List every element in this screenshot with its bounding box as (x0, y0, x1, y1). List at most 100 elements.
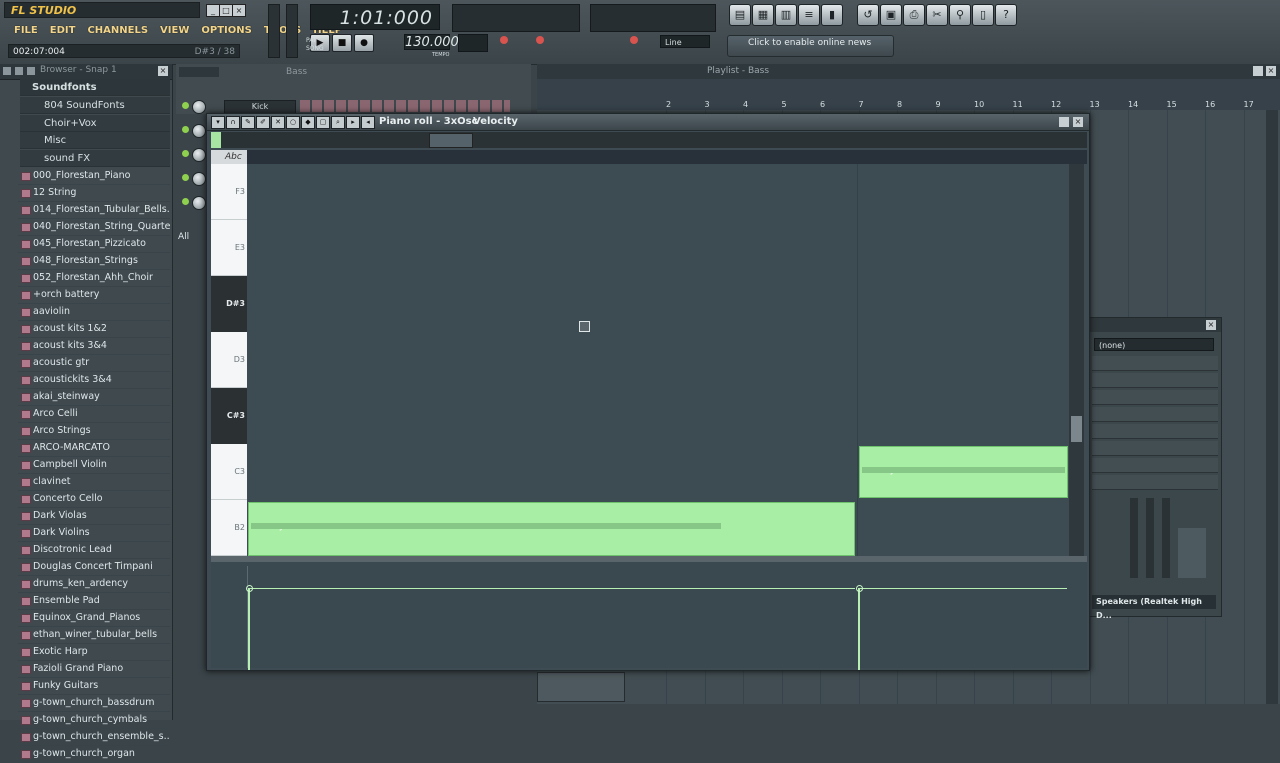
record-button[interactable]: ● (354, 34, 374, 52)
menu-arrow-icon[interactable]: ▾ (211, 116, 225, 129)
piano-roll-title[interactable]: Piano roll - 3xOsc (379, 116, 478, 127)
browser-file-item[interactable]: g-town_church_organ (18, 746, 170, 763)
folder-sound-fx[interactable]: sound FX (20, 150, 170, 167)
slice-icon[interactable]: ◆ (301, 116, 315, 129)
menu-edit[interactable]: EDIT (44, 24, 82, 38)
search-icon[interactable]: ⚲ (949, 4, 971, 26)
draw-pencil-icon[interactable]: ✎ (241, 116, 255, 129)
close-button[interactable]: × (232, 4, 246, 17)
browser-file-item[interactable]: 014_Florestan_Tubular_Bells... (18, 202, 170, 219)
stop-button[interactable]: ■ (332, 34, 352, 52)
browser-back-icon[interactable] (15, 67, 23, 75)
piano-roll-note-grid[interactable]: VelocityVelocity (247, 164, 1068, 556)
browser-file-item[interactable]: Douglas Concert Timpani (18, 559, 170, 576)
piano-key[interactable]: C#3 (211, 388, 247, 444)
mixer-effect-slot[interactable] (1092, 424, 1218, 439)
velocity-handle[interactable] (246, 585, 253, 592)
step-buttons[interactable] (300, 100, 510, 112)
snap-magnet-icon[interactable]: ∩ (226, 116, 240, 129)
folder-misc[interactable]: Misc (20, 132, 170, 149)
zoom-icon[interactable]: ⌕ (331, 116, 345, 129)
save-icon[interactable]: ⎙ (903, 4, 925, 26)
browser-file-item[interactable]: aaviolin (18, 304, 170, 321)
channel-led[interactable] (182, 174, 189, 181)
event-editor[interactable] (211, 562, 1087, 670)
piano-roll-vscrollbar[interactable] (1069, 164, 1084, 556)
folder-804-soundfonts[interactable]: 804 SoundFonts (20, 97, 170, 114)
browser-file-item[interactable]: Concerto Cello (18, 491, 170, 508)
playlist-ruler[interactable]: 2 3 4 5 6 7 8 9 10 11 12 13 14 15 16 17 (632, 100, 1280, 110)
folder-soundfonts[interactable]: Soundfonts (20, 79, 170, 96)
cut-icon[interactable]: ✂ (926, 4, 948, 26)
mixer-effect-slot[interactable] (1092, 441, 1218, 456)
browser-file-item[interactable]: drums_ken_ardency (18, 576, 170, 593)
mixer-close-icon[interactable]: × (1206, 320, 1216, 330)
browser-file-item[interactable]: Discotronic Lead (18, 542, 170, 559)
channel-pan-knob[interactable] (192, 172, 206, 186)
browser-file-item[interactable]: acoustic gtr (18, 355, 170, 372)
browser-file-item[interactable]: 040_Florestan_String_Quartet (18, 219, 170, 236)
browser-file-item[interactable]: 12 String (18, 185, 170, 202)
mixer-icon[interactable]: ▮ (821, 4, 843, 26)
tempo-display[interactable]: 130.000 (404, 34, 459, 50)
master-volume-slider[interactable] (268, 4, 280, 58)
mixer-effect-slot[interactable] (1092, 475, 1218, 490)
piano-roll-note-names-toggle[interactable]: Abc (211, 150, 247, 164)
browser-file-item[interactable]: acoust kits 3&4 (18, 338, 170, 355)
mixer-fader[interactable] (1130, 498, 1138, 578)
browser-file-item[interactable]: 052_Florestan_Ahh_Choir (18, 270, 170, 287)
playback-icon[interactable]: ▸ (346, 116, 360, 129)
speaker-icon[interactable]: ◂ (361, 116, 375, 129)
browser-file-item[interactable]: ethan_winer_tubular_bells (18, 627, 170, 644)
piano-key[interactable]: C3 (211, 444, 247, 500)
browser-file-item[interactable]: acoust kits 1&2 (18, 321, 170, 338)
mixer-fader[interactable] (1146, 498, 1154, 578)
browser-file-item[interactable]: Ensemble Pad (18, 593, 170, 610)
snap-selector[interactable]: Line (660, 35, 710, 48)
browser-menu-icon[interactable] (3, 67, 11, 75)
folder-choir-vox[interactable]: Choir+Vox (20, 115, 170, 132)
maximize-button[interactable]: □ (219, 4, 233, 17)
piano-key[interactable]: D3 (211, 332, 247, 388)
piano-roll-timeline[interactable] (211, 132, 1087, 148)
velocity-stem[interactable] (248, 588, 250, 670)
mixer-effect-slot[interactable] (1092, 356, 1218, 371)
channel-kick-button[interactable]: Kick (224, 100, 296, 114)
mixer-effect-slot[interactable] (1092, 390, 1218, 405)
piano-roll-vscroll-thumb[interactable] (1071, 416, 1082, 442)
step-sequencer-icon[interactable]: ▦ (752, 4, 774, 26)
piano-roll-note[interactable]: Velocity (858, 446, 1068, 498)
recording-options[interactable] (498, 34, 656, 60)
browser-file-item[interactable]: akai_steinway (18, 389, 170, 406)
piano-roll-hscroll-thumb[interactable] (429, 133, 473, 148)
menu-channels[interactable]: CHANNELS (81, 24, 154, 38)
template-icon[interactable]: ▣ (880, 4, 902, 26)
channel-rack-group[interactable]: Bass (286, 67, 307, 77)
browser-file-item[interactable]: Arco Celli (18, 406, 170, 423)
browser-file-item[interactable]: clavinet (18, 474, 170, 491)
help-icon[interactable]: ? (995, 4, 1017, 26)
channel-led[interactable] (182, 102, 189, 109)
channel-pan-knob[interactable] (192, 196, 206, 210)
piano-roll-icon[interactable]: ▥ (775, 4, 797, 26)
browser-file-item[interactable]: Campbell Violin (18, 457, 170, 474)
browser-file-item[interactable]: 000_Florestan_Piano (18, 168, 170, 185)
browser-file-item[interactable]: Arco Strings (18, 423, 170, 440)
menu-options[interactable]: OPTIONS (195, 24, 257, 38)
piano-keyboard[interactable]: F3 E3 D#3 D3 C#3 C3 B2 (211, 164, 247, 556)
velocity-stem[interactable] (857, 588, 860, 670)
playlist-icon[interactable]: ▤ (729, 4, 751, 26)
channel-pan-knob[interactable] (192, 100, 206, 114)
song-label[interactable]: SONG (306, 45, 324, 52)
channel-led[interactable] (182, 198, 189, 205)
pattern-label[interactable]: PAT (306, 37, 317, 44)
undo-icon[interactable]: ↺ (857, 4, 879, 26)
browser-file-item[interactable]: Funky Guitars (18, 678, 170, 695)
browser-file-item[interactable]: g-town_church_bassdrum (18, 695, 170, 712)
delete-icon[interactable]: ✕ (271, 116, 285, 129)
channel-led[interactable] (182, 126, 189, 133)
piano-key[interactable]: E3 (211, 220, 247, 276)
menu-tools[interactable]: TOOLS (258, 24, 307, 38)
browser-file-item[interactable]: +orch battery (18, 287, 170, 304)
piano-roll-close-icon[interactable]: × (1073, 117, 1083, 127)
